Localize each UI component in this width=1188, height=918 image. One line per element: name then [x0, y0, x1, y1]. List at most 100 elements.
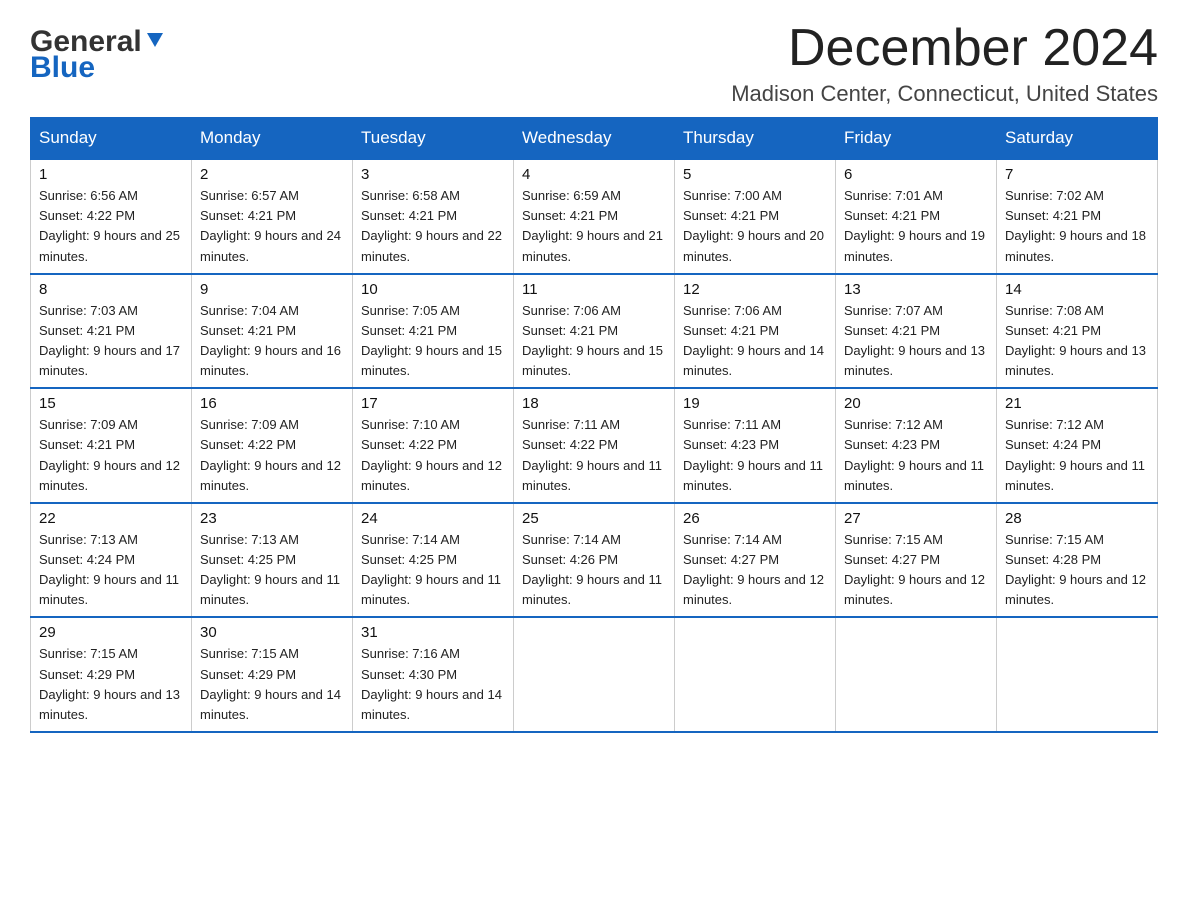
- day-number: 8: [39, 281, 183, 298]
- day-number: 9: [200, 281, 344, 298]
- day-number: 24: [361, 510, 505, 527]
- day-info: Sunrise: 7:06 AMSunset: 4:21 PMDaylight:…: [683, 301, 827, 382]
- weekday-header-row: SundayMondayTuesdayWednesdayThursdayFrid…: [31, 118, 1158, 160]
- day-info: Sunrise: 7:14 AMSunset: 4:26 PMDaylight:…: [522, 530, 666, 611]
- weekday-header-saturday: Saturday: [997, 118, 1158, 160]
- day-number: 22: [39, 510, 183, 527]
- calendar-cell: 19Sunrise: 7:11 AMSunset: 4:23 PMDayligh…: [675, 388, 836, 503]
- calendar-cell: 16 Sunrise: 7:09 AMSunset: 4:22 PMDayligh…: [192, 388, 353, 503]
- calendar-cell: 30Sunrise: 7:15 AMSunset: 4:29 PMDayligh…: [192, 617, 353, 732]
- calendar-table: SundayMondayTuesdayWednesdayThursdayFrid…: [30, 117, 1158, 733]
- day-number: 12: [683, 281, 827, 298]
- calendar-cell: 29Sunrise: 7:15 AMSunset: 4:29 PMDayligh…: [31, 617, 192, 732]
- calendar-cell: 3 Sunrise: 6:58 AMSunset: 4:21 PMDaylight…: [353, 159, 514, 274]
- calendar-cell: 20 Sunrise: 7:12 AMSunset: 4:23 PMDayligh…: [836, 388, 997, 503]
- day-info: Sunrise: 7:06 AMSunset: 4:21 PMDaylight:…: [522, 301, 666, 382]
- weekday-header-sunday: Sunday: [31, 118, 192, 160]
- day-info: Sunrise: 7:09 AMSunset: 4:21 PMDaylight:…: [39, 415, 183, 496]
- title-section: December 2024 Madison Center, Connecticu…: [731, 20, 1158, 107]
- calendar-cell: 14 Sunrise: 7:08 AMSunset: 4:21 PMDayligh…: [997, 274, 1158, 389]
- day-info: Sunrise: 7:04 AMSunset: 4:21 PMDaylight:…: [200, 301, 344, 382]
- logo-arrow-icon: [144, 29, 166, 51]
- day-number: 14: [1005, 281, 1149, 298]
- calendar-week-row: 22 Sunrise: 7:13 AMSunset: 4:24 PMDayligh…: [31, 503, 1158, 618]
- day-info: Sunrise: 7:14 AMSunset: 4:25 PMDaylight:…: [361, 530, 505, 611]
- day-info: Sunrise: 7:15 AMSunset: 4:29 PMDaylight:…: [39, 644, 183, 725]
- day-number: 28: [1005, 510, 1149, 527]
- day-number: 20: [844, 395, 988, 412]
- day-number: 17: [361, 395, 505, 412]
- day-info: Sunrise: 7:11 AMSunset: 4:22 PMDaylight:…: [522, 415, 666, 496]
- day-info: Sunrise: 7:15 AMSunset: 4:29 PMDaylight:…: [200, 644, 344, 725]
- day-info: Sunrise: 7:15 AMSunset: 4:27 PMDaylight:…: [844, 530, 988, 611]
- day-info: Sunrise: 7:08 AMSunset: 4:21 PMDaylight:…: [1005, 301, 1149, 382]
- day-number: 18: [522, 395, 666, 412]
- day-number: 11: [522, 281, 666, 298]
- day-info: Sunrise: 7:13 AMSunset: 4:24 PMDaylight:…: [39, 530, 183, 611]
- day-info: Sunrise: 7:07 AMSunset: 4:21 PMDaylight:…: [844, 301, 988, 382]
- day-number: 26: [683, 510, 827, 527]
- calendar-cell: 10 Sunrise: 7:05 AMSunset: 4:21 PMDayligh…: [353, 274, 514, 389]
- day-number: 1: [39, 166, 183, 183]
- day-number: 19: [683, 395, 827, 412]
- calendar-cell: 2 Sunrise: 6:57 AMSunset: 4:21 PMDaylight…: [192, 159, 353, 274]
- day-info: Sunrise: 7:10 AMSunset: 4:22 PMDaylight:…: [361, 415, 505, 496]
- calendar-cell: 23 Sunrise: 7:13 AMSunset: 4:25 PMDayligh…: [192, 503, 353, 618]
- calendar-cell: [675, 617, 836, 732]
- day-info: Sunrise: 6:56 AMSunset: 4:22 PMDaylight:…: [39, 186, 183, 267]
- calendar-cell: 17 Sunrise: 7:10 AMSunset: 4:22 PMDayligh…: [353, 388, 514, 503]
- day-number: 25: [522, 510, 666, 527]
- logo-blue-text: Blue: [30, 51, 95, 85]
- calendar-cell: 8 Sunrise: 7:03 AMSunset: 4:21 PMDaylight…: [31, 274, 192, 389]
- day-number: 31: [361, 624, 505, 641]
- calendar-cell: [514, 617, 675, 732]
- day-number: 13: [844, 281, 988, 298]
- calendar-cell: 7Sunrise: 7:02 AMSunset: 4:21 PMDaylight…: [997, 159, 1158, 274]
- day-info: Sunrise: 7:12 AMSunset: 4:24 PMDaylight:…: [1005, 415, 1149, 496]
- day-info: Sunrise: 7:03 AMSunset: 4:21 PMDaylight:…: [39, 301, 183, 382]
- calendar-cell: 15Sunrise: 7:09 AMSunset: 4:21 PMDayligh…: [31, 388, 192, 503]
- location-title: Madison Center, Connecticut, United Stat…: [731, 81, 1158, 107]
- calendar-week-row: 29Sunrise: 7:15 AMSunset: 4:29 PMDayligh…: [31, 617, 1158, 732]
- day-number: 10: [361, 281, 505, 298]
- day-number: 2: [200, 166, 344, 183]
- calendar-cell: 6Sunrise: 7:01 AMSunset: 4:21 PMDaylight…: [836, 159, 997, 274]
- calendar-cell: 26 Sunrise: 7:14 AMSunset: 4:27 PMDayligh…: [675, 503, 836, 618]
- day-number: 5: [683, 166, 827, 183]
- weekday-header-wednesday: Wednesday: [514, 118, 675, 160]
- day-info: Sunrise: 7:09 AMSunset: 4:22 PMDaylight:…: [200, 415, 344, 496]
- calendar-cell: 31 Sunrise: 7:16 AMSunset: 4:30 PMDayligh…: [353, 617, 514, 732]
- weekday-header-monday: Monday: [192, 118, 353, 160]
- day-number: 4: [522, 166, 666, 183]
- calendar-cell: 4Sunrise: 6:59 AMSunset: 4:21 PMDaylight…: [514, 159, 675, 274]
- calendar-cell: 21 Sunrise: 7:12 AMSunset: 4:24 PMDayligh…: [997, 388, 1158, 503]
- weekday-header-friday: Friday: [836, 118, 997, 160]
- calendar-cell: [997, 617, 1158, 732]
- calendar-cell: 27Sunrise: 7:15 AMSunset: 4:27 PMDayligh…: [836, 503, 997, 618]
- day-info: Sunrise: 7:00 AMSunset: 4:21 PMDaylight:…: [683, 186, 827, 267]
- calendar-cell: 18 Sunrise: 7:11 AMSunset: 4:22 PMDayligh…: [514, 388, 675, 503]
- day-info: Sunrise: 6:57 AMSunset: 4:21 PMDaylight:…: [200, 186, 344, 267]
- day-info: Sunrise: 7:05 AMSunset: 4:21 PMDaylight:…: [361, 301, 505, 382]
- day-number: 23: [200, 510, 344, 527]
- month-title: December 2024: [731, 20, 1158, 77]
- weekday-header-thursday: Thursday: [675, 118, 836, 160]
- calendar-cell: 1 Sunrise: 6:56 AMSunset: 4:22 PMDaylight…: [31, 159, 192, 274]
- day-info: Sunrise: 7:14 AMSunset: 4:27 PMDaylight:…: [683, 530, 827, 611]
- day-info: Sunrise: 7:02 AMSunset: 4:21 PMDaylight:…: [1005, 186, 1149, 267]
- calendar-cell: 12 Sunrise: 7:06 AMSunset: 4:21 PMDayligh…: [675, 274, 836, 389]
- calendar-cell: 22 Sunrise: 7:13 AMSunset: 4:24 PMDayligh…: [31, 503, 192, 618]
- calendar-cell: 25 Sunrise: 7:14 AMSunset: 4:26 PMDayligh…: [514, 503, 675, 618]
- calendar-cell: 5 Sunrise: 7:00 AMSunset: 4:21 PMDaylight…: [675, 159, 836, 274]
- day-info: Sunrise: 7:16 AMSunset: 4:30 PMDaylight:…: [361, 644, 505, 725]
- day-info: Sunrise: 6:58 AMSunset: 4:21 PMDaylight:…: [361, 186, 505, 267]
- day-info: Sunrise: 7:15 AMSunset: 4:28 PMDaylight:…: [1005, 530, 1149, 611]
- calendar-cell: 28 Sunrise: 7:15 AMSunset: 4:28 PMDayligh…: [997, 503, 1158, 618]
- weekday-header-tuesday: Tuesday: [353, 118, 514, 160]
- day-info: Sunrise: 7:12 AMSunset: 4:23 PMDaylight:…: [844, 415, 988, 496]
- day-number: 3: [361, 166, 505, 183]
- day-info: Sunrise: 7:13 AMSunset: 4:25 PMDaylight:…: [200, 530, 344, 611]
- day-number: 16: [200, 395, 344, 412]
- day-number: 6: [844, 166, 988, 183]
- day-number: 21: [1005, 395, 1149, 412]
